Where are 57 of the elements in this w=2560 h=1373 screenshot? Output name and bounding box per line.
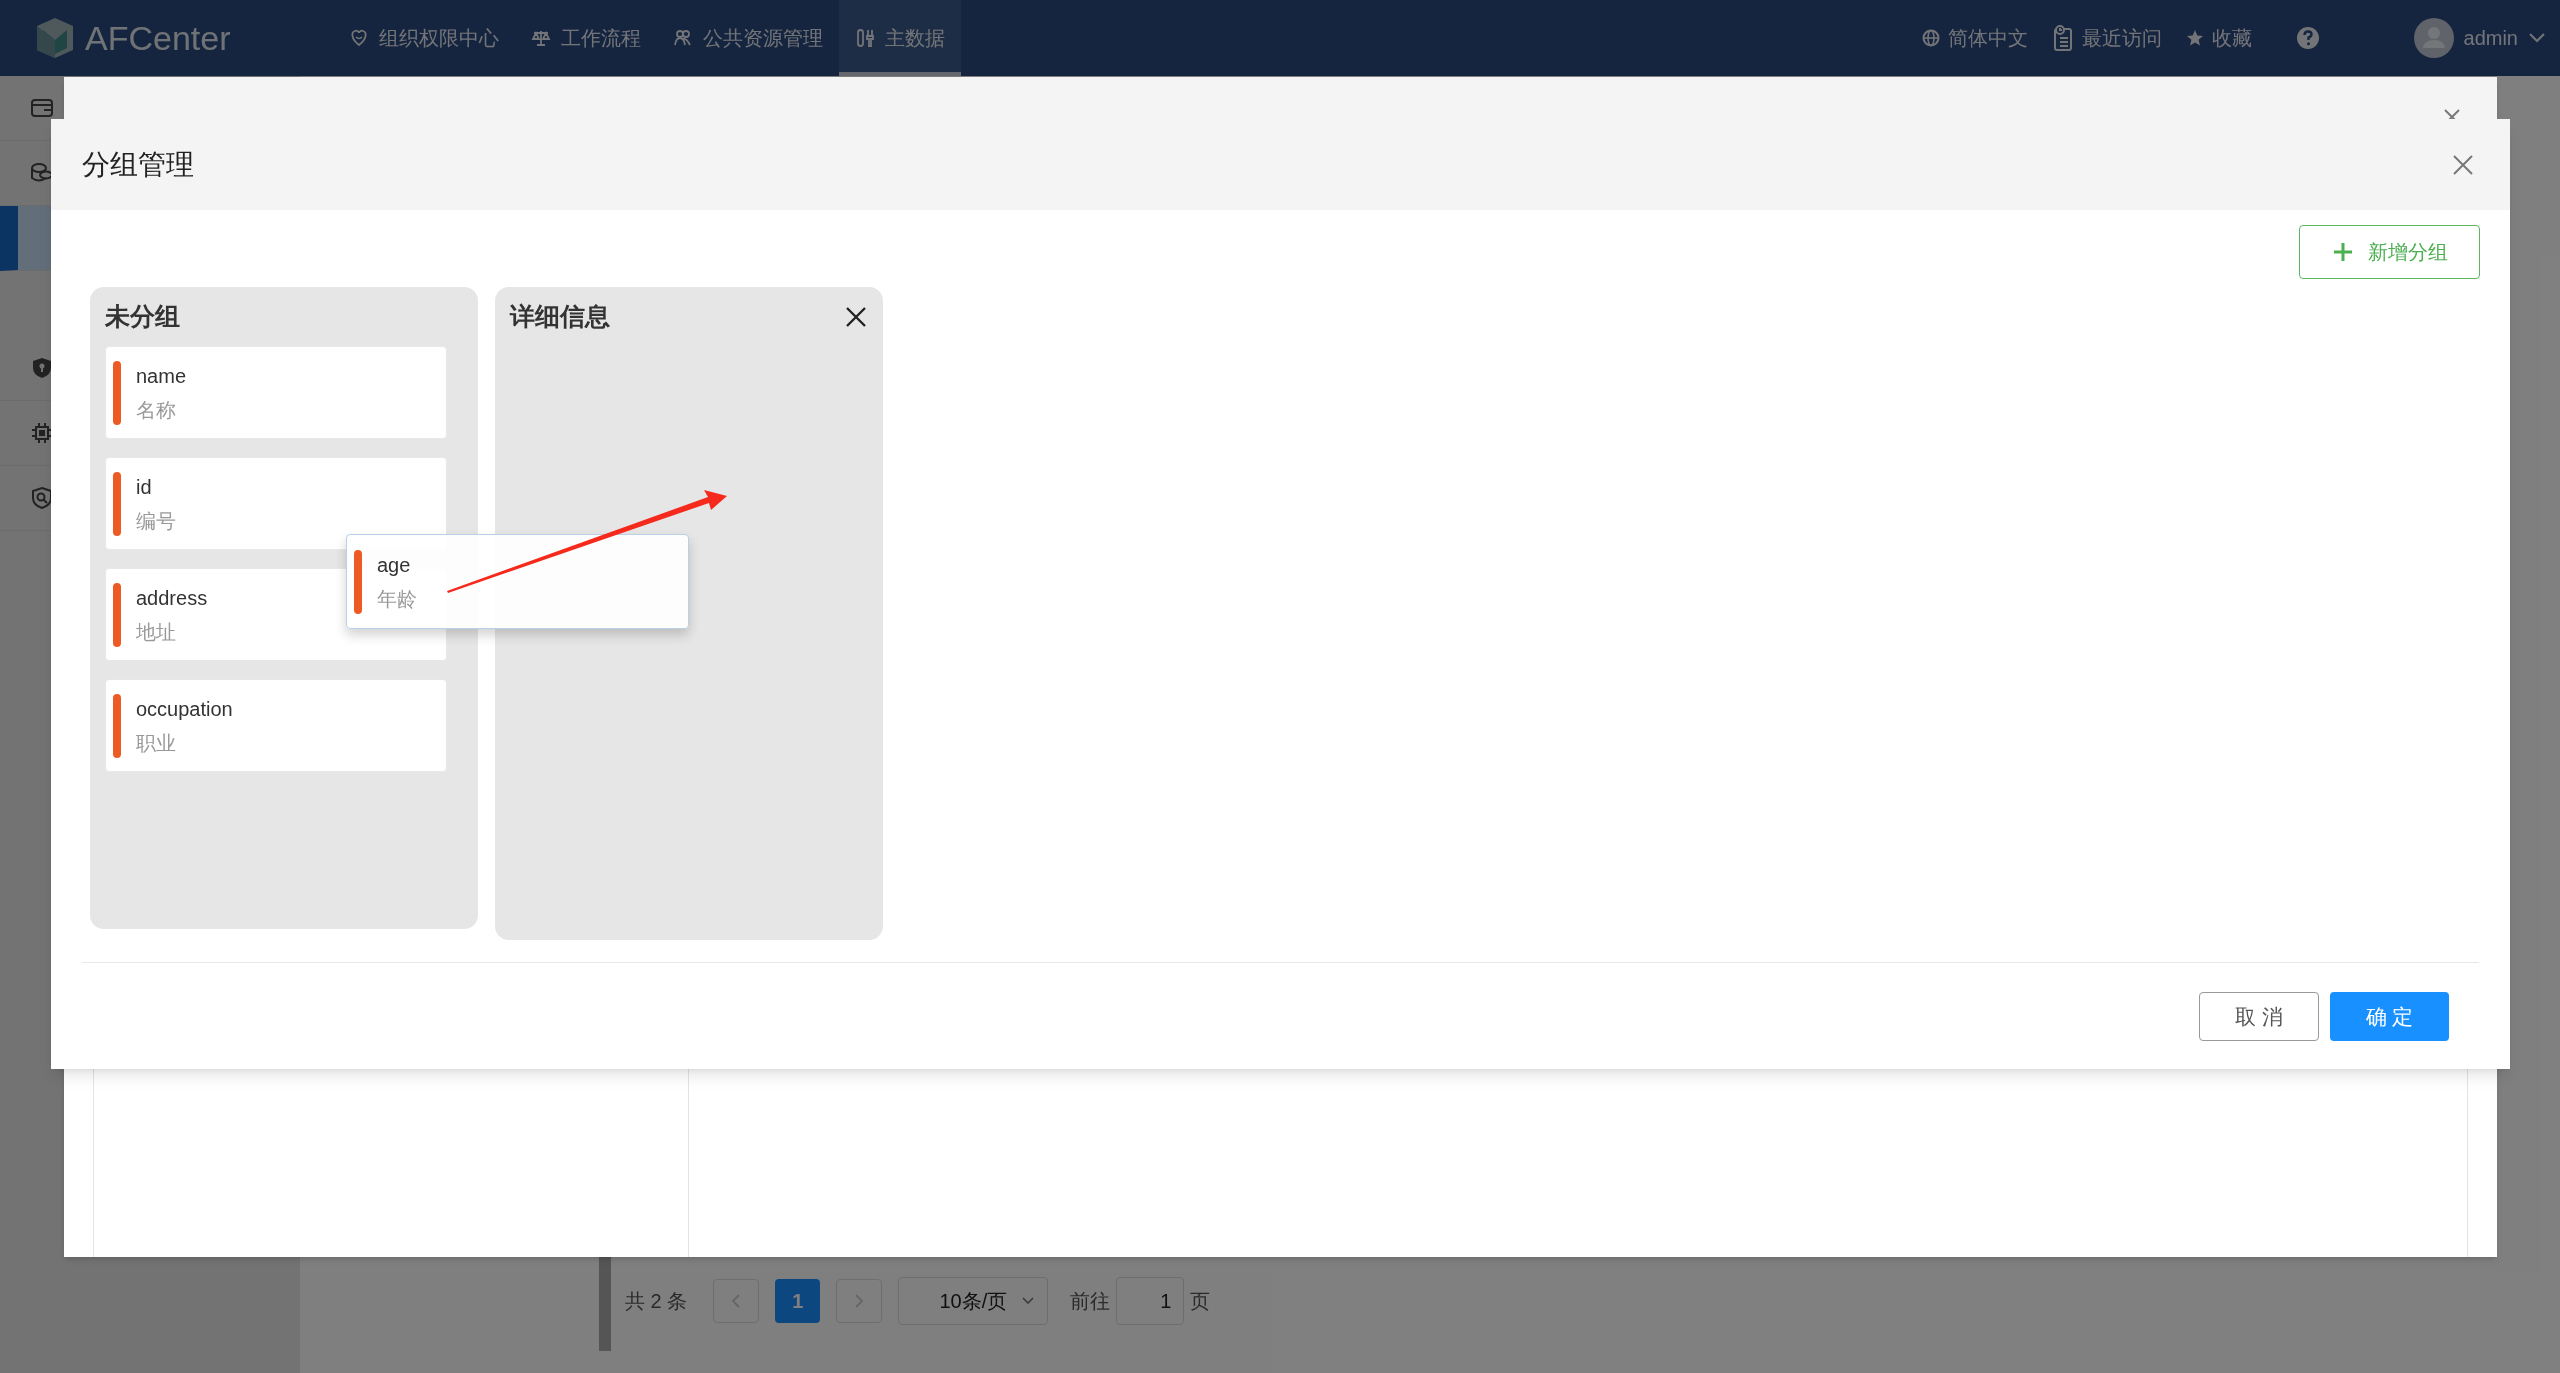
cancel-button[interactable]: 取 消 xyxy=(2199,992,2319,1041)
field-label: 地址 xyxy=(136,619,177,644)
recent-link[interactable]: 最近访问 xyxy=(2051,23,2162,53)
field-label: 年龄 xyxy=(377,586,417,611)
nav-tab[interactable]: 公共资源管理 xyxy=(657,0,839,76)
nav-tab[interactable]: 主数据 xyxy=(839,0,961,76)
user-menu[interactable]: admin xyxy=(2413,18,2546,58)
help-icon[interactable] xyxy=(2295,26,2320,50)
wallet-icon xyxy=(30,96,54,120)
column-title: 未分组 xyxy=(105,300,180,332)
chevron-down-icon xyxy=(1021,1296,1036,1306)
dragged-field-card[interactable]: age 年龄 xyxy=(346,534,689,629)
globe-icon xyxy=(1921,29,1940,47)
field-label: 名称 xyxy=(136,397,177,422)
plus-icon xyxy=(2331,241,2354,263)
page-button[interactable]: 1 xyxy=(775,1279,821,1323)
chip-icon xyxy=(30,421,54,445)
field-card[interactable]: occupation 职业 xyxy=(105,679,447,772)
nav-tab[interactable]: 工作流程 xyxy=(515,0,657,76)
chevron-right-icon xyxy=(854,1293,865,1309)
favorites-link[interactable]: 收藏 xyxy=(2185,23,2252,53)
field-name: name xyxy=(136,363,187,388)
field-name: id xyxy=(136,474,153,499)
language-menu[interactable]: 简体中文 xyxy=(1921,23,2028,53)
drag-handle-bar xyxy=(113,693,121,758)
shield-key-icon xyxy=(30,356,54,380)
chevron-left-icon xyxy=(731,1293,742,1309)
heart-icon xyxy=(349,28,369,48)
field-card[interactable]: name 名称 xyxy=(105,346,447,439)
field-name: occupation xyxy=(136,696,233,721)
goto-label: 前往 xyxy=(1070,1289,1111,1314)
field-card[interactable]: id 编号 xyxy=(105,457,447,550)
people-icon xyxy=(673,28,693,48)
nav-tab[interactable]: 组织权限中心 xyxy=(333,0,515,76)
page-suffix: 页 xyxy=(1190,1289,1211,1314)
drag-handle-bar xyxy=(113,582,121,647)
field-name: address xyxy=(136,585,208,610)
tools-icon xyxy=(855,28,875,48)
page-input[interactable]: 1 xyxy=(1116,1277,1185,1325)
field-label: 编号 xyxy=(136,508,176,533)
drag-handle-bar xyxy=(113,360,121,425)
column-title: 详细信息 xyxy=(510,300,610,332)
drag-handle-bar xyxy=(354,549,362,614)
star-icon xyxy=(2185,29,2204,47)
confirm-button[interactable]: 确 定 xyxy=(2330,992,2449,1041)
add-group-button[interactable]: 新增分组 xyxy=(2299,225,2480,279)
dialog-title: 分组管理 xyxy=(82,147,194,182)
field-label: 职业 xyxy=(136,730,177,755)
clipboard-icon xyxy=(2051,24,2074,52)
total-count: 共 2 条 xyxy=(625,1289,688,1314)
scales-icon xyxy=(531,28,551,48)
shield-search-icon xyxy=(30,486,54,510)
drag-handle-bar xyxy=(113,471,121,536)
logo-text: AFCenter xyxy=(85,17,231,59)
chevron-down-icon xyxy=(2528,32,2546,44)
avatar-icon xyxy=(2413,18,2454,58)
page-size-select[interactable]: 10条/页 xyxy=(898,1277,1049,1325)
